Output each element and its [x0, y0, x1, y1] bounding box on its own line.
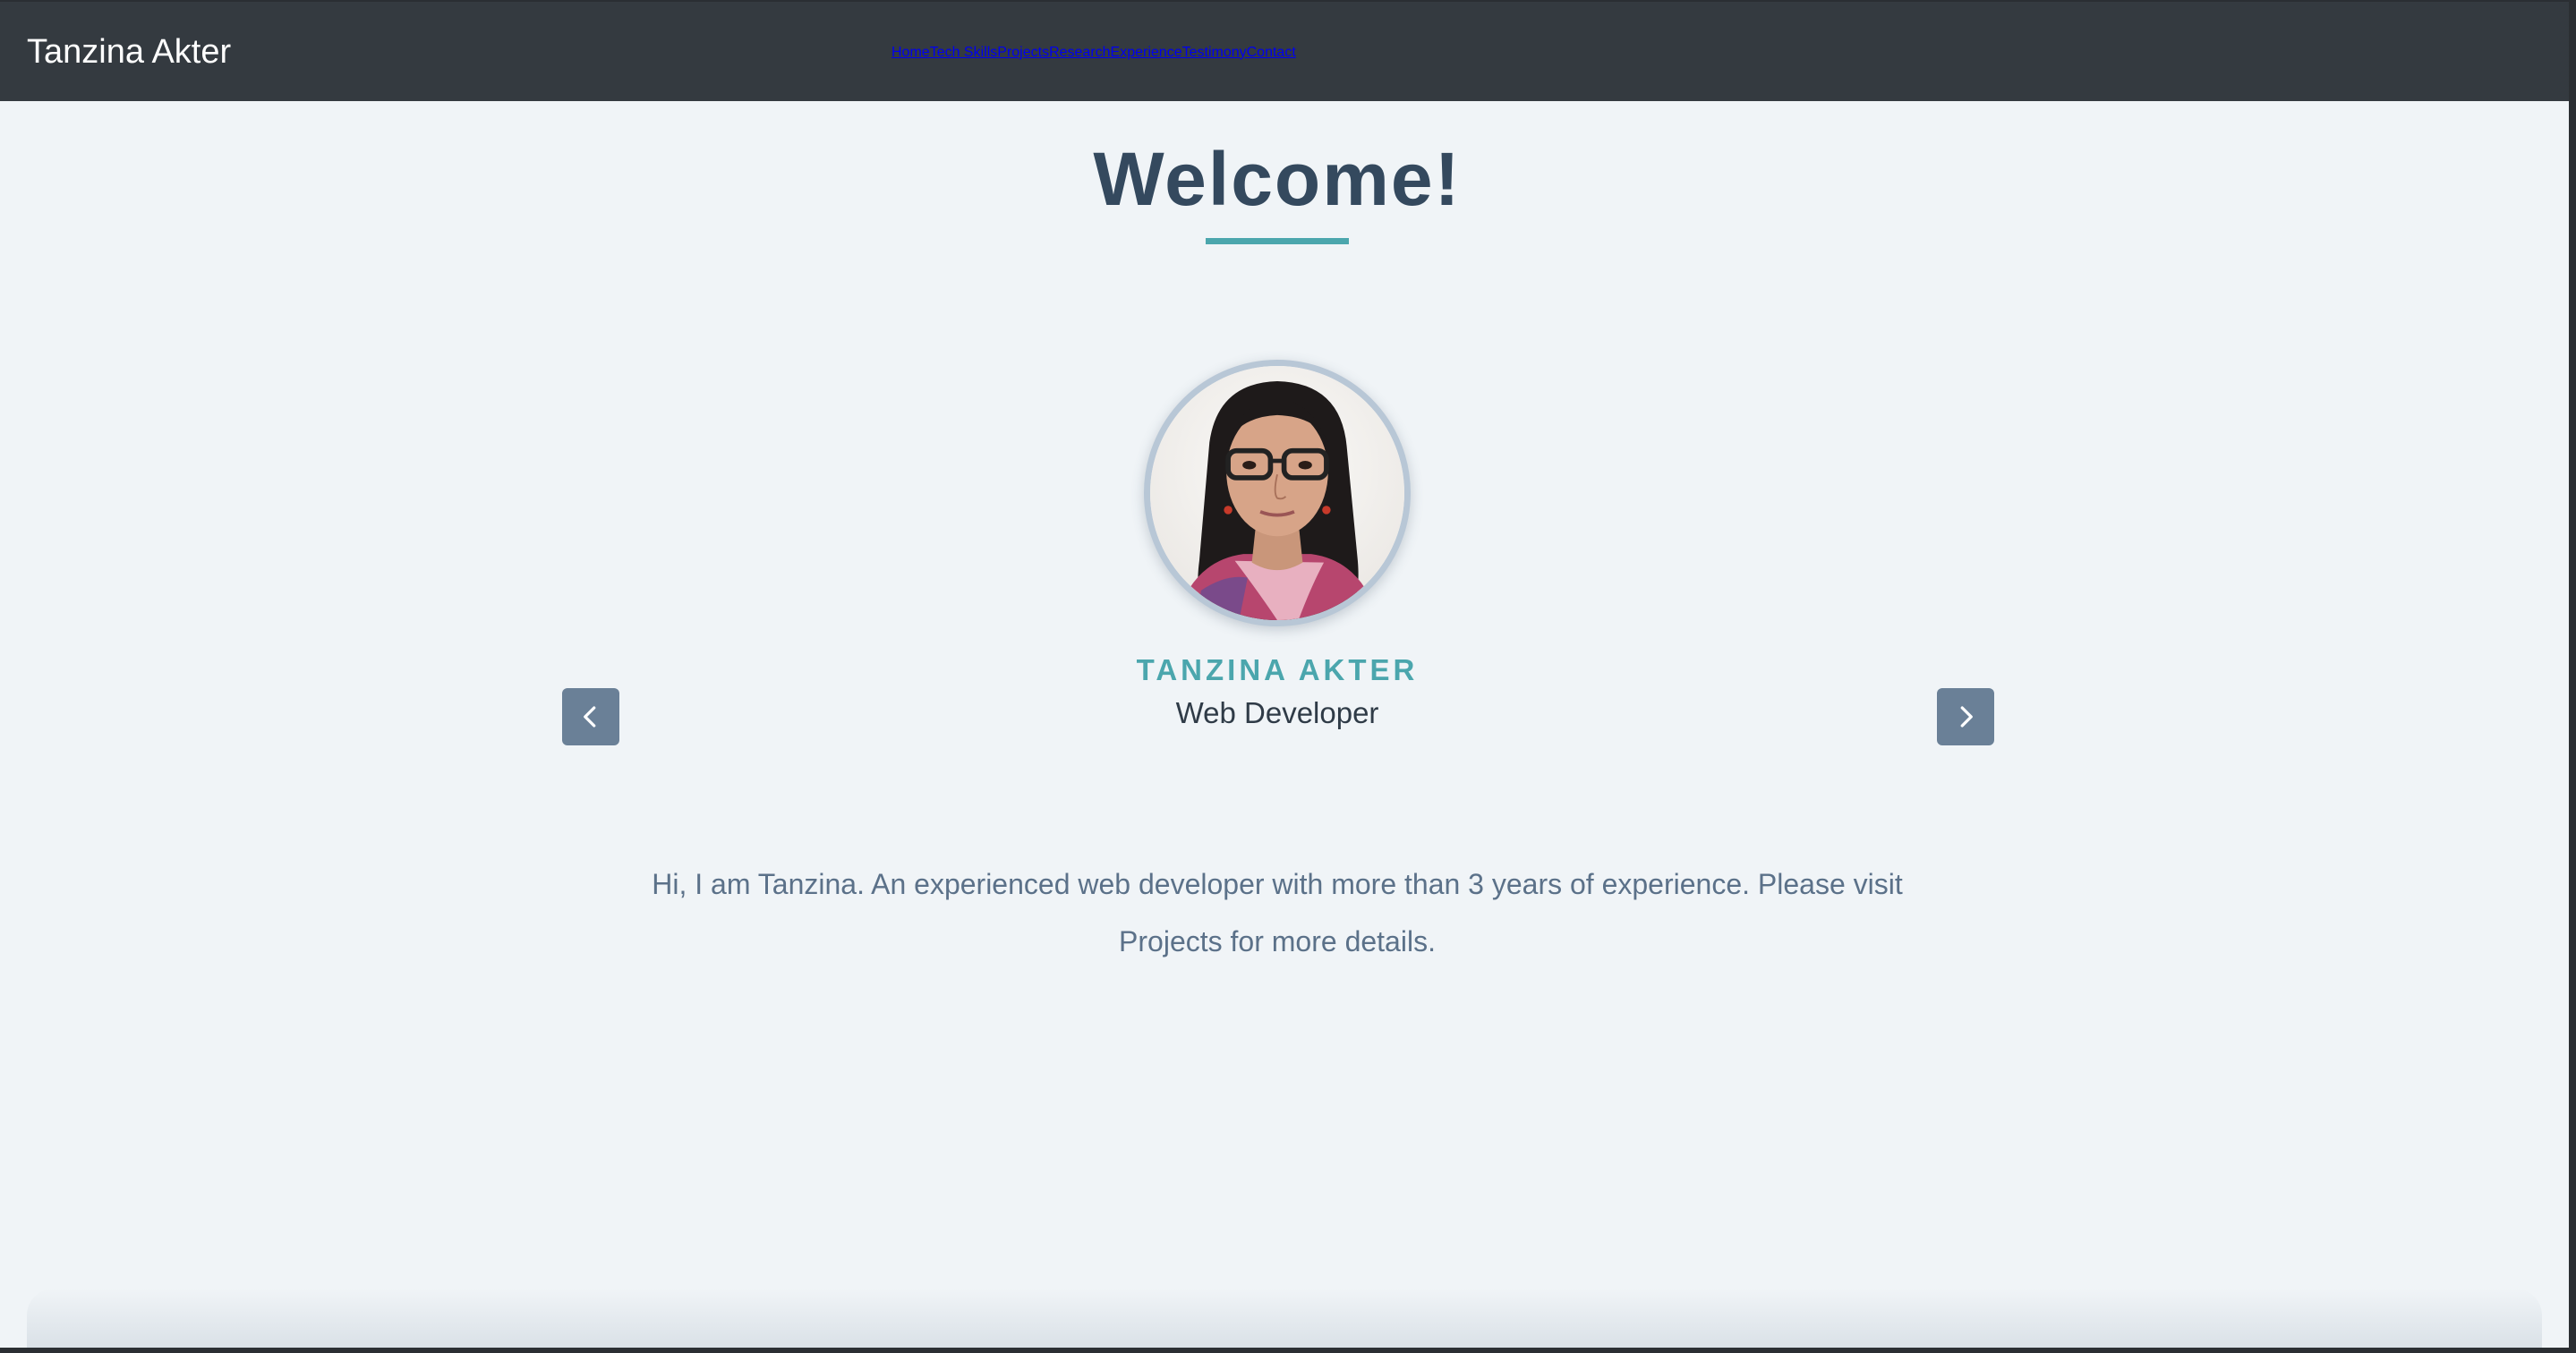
carousel-next-button[interactable]	[1937, 688, 1994, 745]
window-edge-bottom	[0, 1348, 2576, 1353]
profile-photo	[1150, 366, 1404, 620]
top-navbar: Tanzina Akter Home Tech Skills Projects …	[0, 0, 2569, 101]
profile-name: TANZINA AKTER	[1136, 653, 1419, 686]
nav-link-projects[interactable]: Projects	[997, 45, 1049, 61]
chevron-right-icon	[1960, 706, 1973, 728]
heading-underline	[1206, 238, 1349, 244]
window-edge-right	[2569, 0, 2576, 1353]
carousel-prev-button[interactable]	[562, 688, 619, 745]
nav-link-experience[interactable]: Experience	[1111, 45, 1182, 61]
nav-link-research[interactable]: Research	[1049, 45, 1110, 61]
welcome-heading: Welcome!	[1093, 137, 1462, 221]
nav-links: Home Tech Skills Projects Research Exper…	[891, 2, 1296, 103]
brand-link[interactable]: Tanzina Akter	[27, 2, 231, 103]
nav-link-contact[interactable]: Contact	[1247, 45, 1296, 61]
nav-link-home[interactable]: Home	[891, 45, 930, 61]
nav-link-testimony[interactable]: Testimony	[1182, 45, 1247, 61]
page: Tanzina Akter Home Tech Skills Projects …	[0, 0, 2569, 1348]
intro-text: Hi, I am Tanzina. An experienced web dev…	[652, 868, 1903, 957]
nav-link-tech-skills[interactable]: Tech Skills	[930, 45, 998, 61]
section-edge-shadow	[27, 1289, 2542, 1348]
chevron-left-icon	[584, 706, 596, 728]
profile-role: Web Developer	[1175, 696, 1379, 729]
profile-avatar	[1144, 360, 1411, 626]
